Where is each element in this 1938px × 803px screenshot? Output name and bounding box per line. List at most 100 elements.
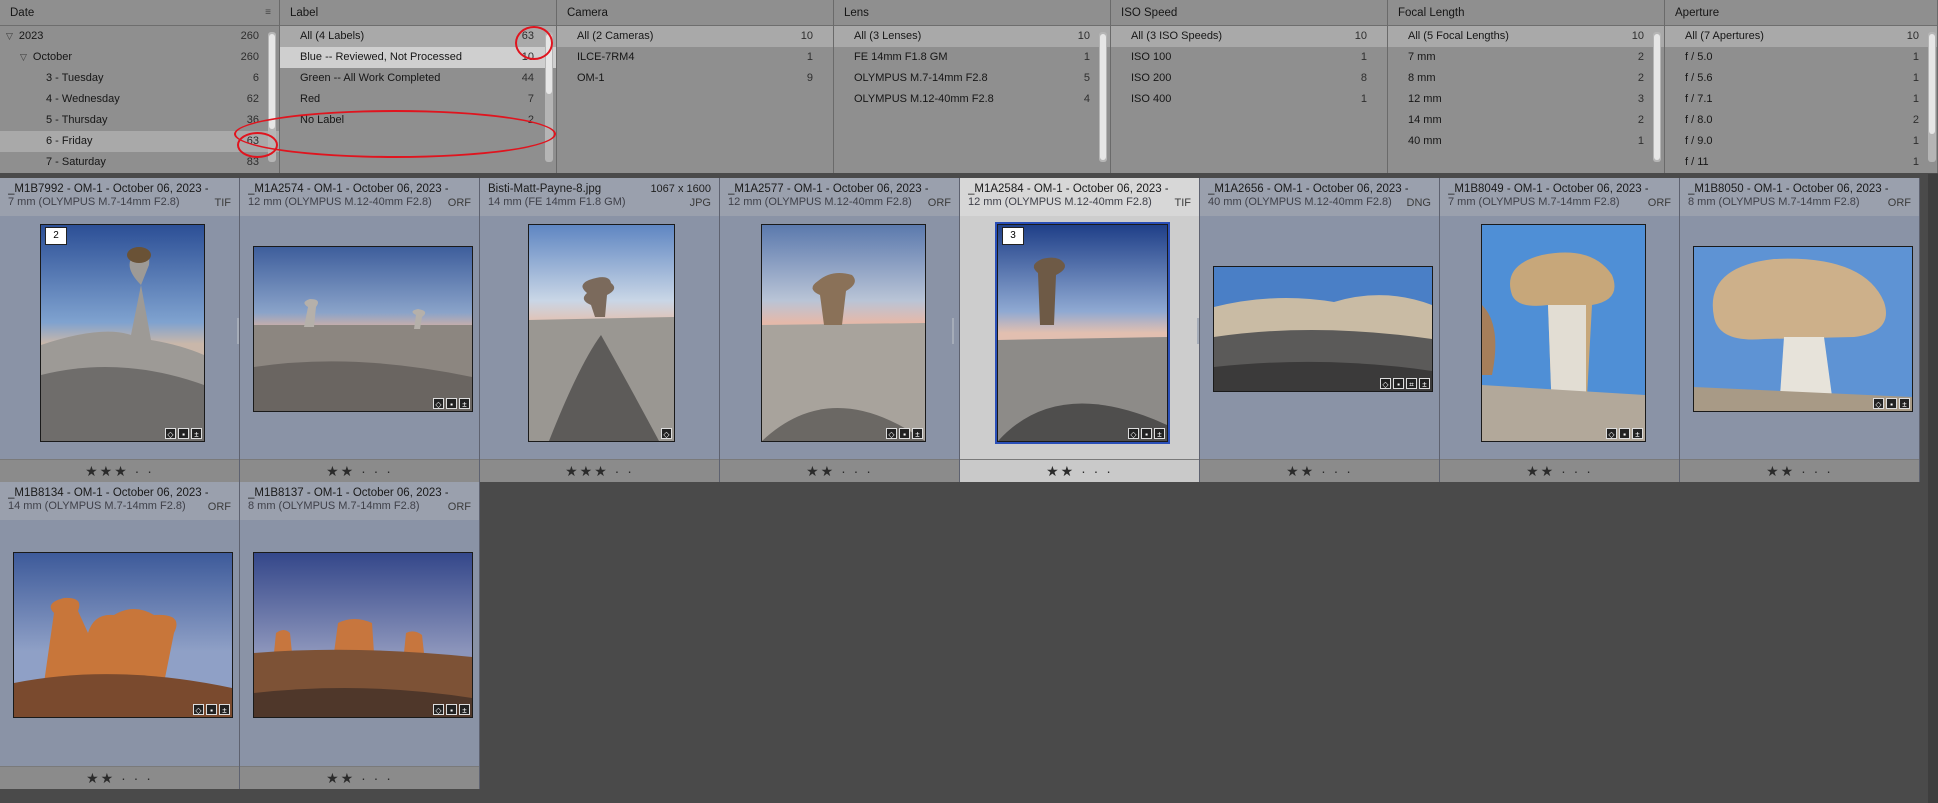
photo-cell-selected[interactable]: _M1A2584 - OM-1 - October 06, 2023 - 196… bbox=[952, 178, 1200, 482]
star-rating[interactable]: ★★★ · · bbox=[0, 459, 239, 482]
photo-thumbnail[interactable]: ◇ ▪ ± bbox=[253, 552, 473, 718]
comment-icon[interactable]: ▪ bbox=[206, 704, 217, 715]
focal-row[interactable]: 40 mm 1 bbox=[1388, 131, 1664, 152]
resize-handle[interactable] bbox=[952, 318, 954, 344]
label-row-blue[interactable]: Blue -- Reviewed, Not Processed 10 bbox=[280, 47, 556, 68]
lens-row[interactable]: FE 14mm F1.8 GM 1 bbox=[834, 47, 1110, 68]
develop-adjusted-icon[interactable]: ± bbox=[459, 398, 470, 409]
keyword-icon[interactable]: ◇ bbox=[886, 428, 897, 439]
iso-row-all[interactable]: All (3 ISO Speeds) 10 bbox=[1111, 26, 1387, 47]
lens-row[interactable]: OLYMPUS M.7-14mm F2.8 5 bbox=[834, 68, 1110, 89]
keyword-icon[interactable]: ◇ bbox=[1873, 398, 1884, 409]
photo-thumbnail[interactable]: ◇ ▪ ± bbox=[761, 224, 926, 442]
date-row-day[interactable]: 7 - Saturday 83 bbox=[0, 152, 279, 173]
keyword-icon[interactable]: ◇ bbox=[165, 428, 176, 439]
comment-icon[interactable]: ▪ bbox=[899, 428, 910, 439]
photo-cell[interactable]: _M1B8137 - OM-1 - October 06, 2023 - 196… bbox=[240, 482, 480, 789]
label-row-no-label[interactable]: No Label 2 bbox=[280, 110, 556, 131]
photo-thumbnail[interactable]: ◇ bbox=[528, 224, 675, 442]
develop-adjusted-icon[interactable]: ± bbox=[459, 704, 470, 715]
photo-cell[interactable]: _M1A2574 - OM-1 - October 06, 2023 - 196… bbox=[240, 178, 480, 482]
date-row-2023[interactable]: ▽ 2023 260 bbox=[0, 26, 279, 47]
comment-icon[interactable]: ▪ bbox=[446, 704, 457, 715]
date-column-header[interactable]: Date ≡ bbox=[0, 0, 279, 26]
star-rating[interactable]: ★★ · · · bbox=[720, 459, 959, 482]
photo-thumbnail[interactable]: ◇ ▪ ± bbox=[13, 552, 233, 718]
develop-adjusted-icon[interactable]: ± bbox=[1154, 428, 1165, 439]
aperture-row[interactable]: f / 8.0 2 bbox=[1665, 110, 1937, 131]
focal-length-column-header[interactable]: Focal Length bbox=[1388, 0, 1664, 26]
label-scrollbar[interactable] bbox=[545, 32, 553, 162]
focal-row[interactable]: 8 mm 2 bbox=[1388, 68, 1664, 89]
develop-adjusted-icon[interactable]: ± bbox=[912, 428, 923, 439]
star-rating[interactable]: ★★ · · · bbox=[1200, 459, 1439, 482]
label-column-header[interactable]: Label bbox=[280, 0, 556, 26]
star-rating[interactable]: ★★ · · · bbox=[240, 766, 479, 789]
comment-icon[interactable]: ▪ bbox=[1141, 428, 1152, 439]
keyword-icon[interactable]: ◇ bbox=[1380, 378, 1391, 389]
photo-thumbnail[interactable]: 2 ◇ ▪ ± bbox=[40, 224, 205, 442]
comment-icon[interactable]: ▪ bbox=[1619, 428, 1630, 439]
focal-row[interactable]: 14 mm 2 bbox=[1388, 110, 1664, 131]
date-row-october[interactable]: ▽ October 260 bbox=[0, 47, 279, 68]
keyword-icon[interactable]: ◇ bbox=[433, 704, 444, 715]
aperture-row-all[interactable]: All (7 Apertures) 10 bbox=[1665, 26, 1937, 47]
date-row-day[interactable]: 4 - Wednesday 62 bbox=[0, 89, 279, 110]
camera-column-header[interactable]: Camera bbox=[557, 0, 833, 26]
keyword-icon[interactable]: ◇ bbox=[661, 428, 672, 439]
crop-icon[interactable]: ⌗ bbox=[1406, 378, 1417, 389]
star-rating[interactable]: ★★ · · · bbox=[1440, 459, 1679, 482]
aperture-row[interactable]: f / 11 1 bbox=[1665, 152, 1937, 173]
keyword-icon[interactable]: ◇ bbox=[1128, 428, 1139, 439]
focal-row[interactable]: 12 mm 3 bbox=[1388, 89, 1664, 110]
iso-row[interactable]: ISO 200 8 bbox=[1111, 68, 1387, 89]
expand-triangle-icon[interactable]: ▽ bbox=[6, 26, 13, 47]
photo-thumbnail[interactable]: ◇ ▪ ± bbox=[253, 246, 473, 412]
develop-adjusted-icon[interactable]: ± bbox=[219, 704, 230, 715]
stack-count-badge[interactable]: 2 bbox=[45, 227, 67, 245]
photo-cell[interactable]: _M1B8050 - OM-1 - October 06, 2023 - 196… bbox=[1680, 178, 1920, 482]
aperture-row[interactable]: f / 5.0 1 bbox=[1665, 47, 1937, 68]
photo-thumbnail[interactable]: 3 ◇ ▪ ± bbox=[995, 222, 1170, 444]
aperture-row[interactable]: f / 9.0 1 bbox=[1665, 131, 1937, 152]
camera-row-all[interactable]: All (2 Cameras) 10 bbox=[557, 26, 833, 47]
date-row-day[interactable]: 3 - Tuesday 6 bbox=[0, 68, 279, 89]
photo-thumbnail[interactable]: ◇ ▪ ⌗ ± bbox=[1213, 266, 1433, 392]
photo-cell[interactable]: _M1A2577 - OM-1 - October 06, 2023 - 196… bbox=[720, 178, 960, 482]
label-row-all[interactable]: All (4 Labels) 63 bbox=[280, 26, 556, 47]
comment-icon[interactable]: ▪ bbox=[446, 398, 457, 409]
lens-row-all[interactable]: All (3 Lenses) 10 bbox=[834, 26, 1110, 47]
comment-icon[interactable]: ▪ bbox=[1393, 378, 1404, 389]
star-rating[interactable]: ★★ · · · bbox=[1680, 459, 1919, 482]
keyword-icon[interactable]: ◇ bbox=[1606, 428, 1617, 439]
label-row-red[interactable]: Red 7 bbox=[280, 89, 556, 110]
star-rating[interactable]: ★★★ · · bbox=[480, 459, 719, 482]
star-rating[interactable]: ★★ · · · bbox=[960, 459, 1199, 482]
iso-column-header[interactable]: ISO Speed bbox=[1111, 0, 1387, 26]
date-row-day-selected[interactable]: 6 - Friday 63 bbox=[0, 131, 279, 152]
lens-column-header[interactable]: Lens bbox=[834, 0, 1110, 26]
photo-cell[interactable]: _M1B8049 - OM-1 - October 06, 2023 - 196… bbox=[1440, 178, 1680, 482]
develop-adjusted-icon[interactable]: ± bbox=[191, 428, 202, 439]
resize-handle[interactable] bbox=[237, 318, 239, 344]
photo-cell[interactable]: _M1B8134 - OM-1 - October 06, 2023 - 196… bbox=[0, 482, 240, 789]
column-menu-icon[interactable]: ≡ bbox=[265, 0, 271, 26]
aperture-scrollbar[interactable] bbox=[1928, 32, 1936, 162]
lens-row[interactable]: OLYMPUS M.12-40mm F2.8 4 bbox=[834, 89, 1110, 110]
photo-cell[interactable]: _M1A2656 - OM-1 - October 06, 2023 - 197… bbox=[1200, 178, 1440, 482]
aperture-row[interactable]: f / 7.1 1 bbox=[1665, 89, 1937, 110]
comment-icon[interactable]: ▪ bbox=[178, 428, 189, 439]
resize-handle[interactable] bbox=[1197, 318, 1199, 344]
keyword-icon[interactable]: ◇ bbox=[433, 398, 444, 409]
date-row-day[interactable]: 5 - Thursday 36 bbox=[0, 110, 279, 131]
grid-scrollbar[interactable] bbox=[1928, 174, 1938, 803]
focal-row-all[interactable]: All (5 Focal Lengths) 10 bbox=[1388, 26, 1664, 47]
aperture-row[interactable]: f / 5.6 1 bbox=[1665, 68, 1937, 89]
lens-scrollbar[interactable] bbox=[1099, 32, 1107, 162]
develop-adjusted-icon[interactable]: ± bbox=[1419, 378, 1430, 389]
date-scrollbar[interactable] bbox=[268, 32, 276, 162]
label-row-green[interactable]: Green -- All Work Completed 44 bbox=[280, 68, 556, 89]
photo-cell[interactable]: Bisti-Matt-Payne-8.jpg 14 mm (FE 14mm F1… bbox=[480, 178, 720, 482]
stack-count-badge[interactable]: 3 bbox=[1002, 227, 1024, 245]
iso-row[interactable]: ISO 100 1 bbox=[1111, 47, 1387, 68]
